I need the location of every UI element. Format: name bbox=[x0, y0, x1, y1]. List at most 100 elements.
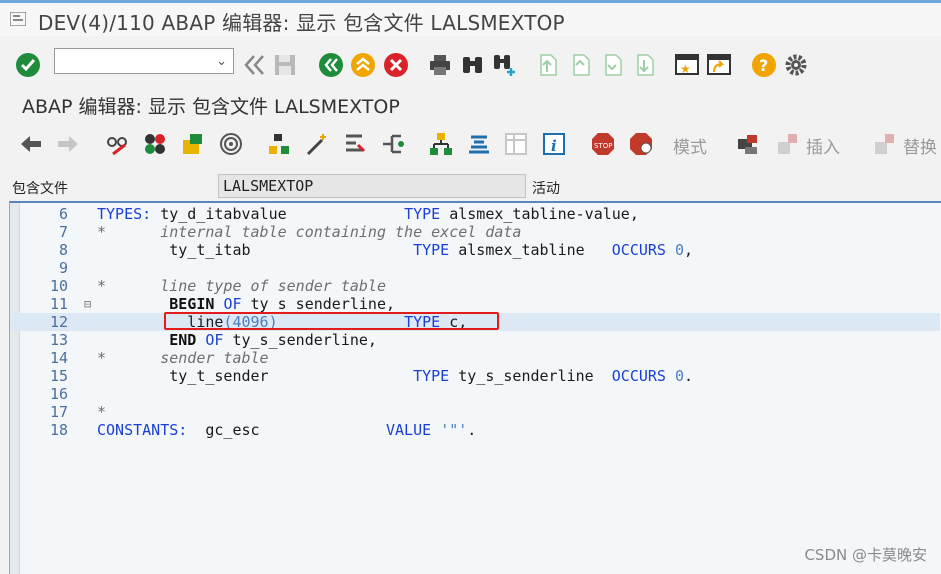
code-line[interactable]: 13 END OF ty_s_senderline, bbox=[10, 331, 940, 349]
check-syntax-button[interactable] bbox=[218, 131, 244, 157]
insert-button[interactable]: 插入 bbox=[806, 133, 840, 158]
last-page-icon bbox=[637, 54, 654, 76]
mode-button[interactable]: 模式 bbox=[673, 133, 707, 158]
code-line[interactable]: 11 ⊟ BEGIN OF ty_s_senderline, bbox=[10, 295, 940, 313]
code-line[interactable]: 17 * bbox=[10, 403, 940, 421]
watermark: CSDN @卡莫晚安 bbox=[804, 546, 927, 564]
code-text: * line type of sender table bbox=[97, 277, 386, 295]
activate-button[interactable] bbox=[266, 131, 292, 157]
code-text: ty_t_itab TYPE alsmex_tabline OCCURS 0, bbox=[97, 241, 694, 259]
last-page-button[interactable] bbox=[632, 52, 658, 78]
stop-icon: STOP bbox=[592, 133, 614, 155]
svg-text:★: ★ bbox=[680, 62, 691, 76]
layout-button[interactable] bbox=[503, 131, 529, 157]
window-menu-icon[interactable] bbox=[10, 12, 26, 26]
chevron-down-icon[interactable]: ⌄ bbox=[216, 53, 227, 69]
branch-icon bbox=[383, 134, 404, 154]
spiral-icon bbox=[220, 133, 242, 155]
line-number: 17 bbox=[49, 403, 68, 421]
arrow-right-icon bbox=[58, 136, 78, 152]
collapse-button[interactable] bbox=[242, 52, 268, 78]
active-inactive-button[interactable] bbox=[142, 131, 168, 157]
cancel-icon bbox=[384, 53, 408, 77]
replace-button[interactable]: 替换 bbox=[903, 133, 937, 158]
settings-button[interactable] bbox=[783, 52, 809, 78]
title-bar: DEV(4)/110 ABAP 编辑器: 显示 包含文件 LALSMEXTOP bbox=[0, 0, 941, 36]
line-number: 18 bbox=[49, 421, 68, 439]
code-line[interactable]: 18 CONSTANTS: gc_esc VALUE '"'. bbox=[10, 421, 940, 439]
insert-icon bbox=[778, 134, 797, 154]
include-name-field[interactable]: LALSMEXTOP bbox=[218, 174, 526, 198]
find-button[interactable] bbox=[460, 52, 486, 78]
back-arrow-button[interactable] bbox=[18, 131, 44, 157]
code-line[interactable]: 8 ty_t_itab TYPE alsmex_tabline OCCURS 0… bbox=[10, 241, 940, 259]
activate-icon bbox=[145, 134, 165, 154]
forward-arrow-button[interactable] bbox=[55, 131, 81, 157]
other-object-button[interactable] bbox=[180, 131, 206, 157]
where-used-button[interactable] bbox=[342, 131, 368, 157]
insert-button-icon[interactable] bbox=[775, 131, 801, 157]
help-button[interactable]: ? bbox=[751, 52, 777, 78]
previous-page-icon bbox=[573, 54, 590, 76]
cancel-button[interactable] bbox=[383, 52, 409, 78]
command-field[interactable]: ⌄ bbox=[54, 48, 234, 74]
code-line[interactable]: 14 * sender table bbox=[10, 349, 940, 367]
find-next-button[interactable] bbox=[492, 52, 518, 78]
set-breakpoint-button[interactable]: STOP bbox=[590, 131, 616, 157]
external-breakpoint-button[interactable] bbox=[628, 131, 654, 157]
code-text: ty_t_sender TYPE ty_s_senderline OCCURS … bbox=[97, 367, 694, 385]
hierarchy-icon bbox=[430, 133, 452, 155]
line-number: 6 bbox=[58, 205, 68, 223]
hierarchy-button[interactable] bbox=[428, 131, 454, 157]
binoculars-plus-icon bbox=[494, 55, 515, 76]
replace-button-icon[interactable] bbox=[872, 131, 898, 157]
pattern-button[interactable] bbox=[735, 131, 761, 157]
enter-button[interactable] bbox=[15, 52, 41, 78]
navigation-button[interactable] bbox=[380, 131, 406, 157]
first-page-button[interactable] bbox=[535, 52, 561, 78]
code-line[interactable]: 9 bbox=[10, 259, 940, 277]
shortcut-button[interactable] bbox=[706, 52, 732, 78]
line-number: 8 bbox=[58, 241, 68, 259]
double-chevron-left-icon bbox=[244, 55, 264, 75]
code-editor[interactable]: 6 TYPES: ty_d_itabvalue TYPE alsmex_tabli… bbox=[9, 201, 941, 574]
pretty-printer-button[interactable] bbox=[304, 131, 330, 157]
exit-icon bbox=[351, 53, 375, 77]
exit-button[interactable] bbox=[350, 52, 376, 78]
print-button[interactable] bbox=[427, 52, 453, 78]
previous-page-button[interactable] bbox=[568, 52, 594, 78]
line-number: 7 bbox=[58, 223, 68, 241]
save-button[interactable] bbox=[272, 52, 298, 78]
fold-toggle-icon[interactable]: ⊟ bbox=[84, 295, 91, 313]
code-line[interactable]: 10 * line type of sender table bbox=[10, 277, 940, 295]
include-row: 包含文件 LALSMEXTOP 活动 bbox=[0, 170, 941, 200]
glasses-pencil-icon bbox=[107, 137, 127, 156]
object-list-button[interactable] bbox=[466, 131, 492, 157]
code-line[interactable]: 15 ty_t_sender TYPE ty_s_senderline OCCU… bbox=[10, 367, 940, 385]
shortcut-icon bbox=[707, 54, 731, 75]
magic-wand-icon bbox=[306, 134, 326, 156]
code-line[interactable]: 7 * internal table containing the excel d… bbox=[10, 223, 940, 241]
back-icon bbox=[319, 53, 343, 77]
code-text: * bbox=[97, 403, 107, 421]
line-number: 13 bbox=[49, 331, 68, 349]
code-text: END OF ty_s_senderline, bbox=[97, 331, 377, 349]
code-line[interactable]: 16 bbox=[10, 385, 940, 403]
next-page-icon bbox=[605, 54, 622, 76]
line-number: 14 bbox=[49, 349, 68, 367]
display-change-button[interactable] bbox=[105, 131, 131, 157]
create-session-button[interactable]: ★ bbox=[674, 52, 700, 78]
highlight-annotation bbox=[164, 312, 499, 330]
pattern-icon bbox=[738, 135, 757, 154]
standard-toolbar: ⌄ ★ ? bbox=[0, 40, 941, 90]
first-page-icon bbox=[540, 54, 557, 76]
back-button[interactable] bbox=[318, 52, 344, 78]
code-text: TYPES: ty_d_itabvalue TYPE alsmex_tablin… bbox=[97, 205, 639, 223]
code-text: * internal table containing the excel da… bbox=[97, 223, 522, 241]
svg-text:?: ? bbox=[759, 56, 768, 75]
activate-tree-icon bbox=[269, 134, 289, 154]
info-button[interactable]: i bbox=[541, 131, 567, 157]
next-page-button[interactable] bbox=[600, 52, 626, 78]
code-line[interactable]: 6 TYPES: ty_d_itabvalue TYPE alsmex_tabli… bbox=[10, 205, 940, 223]
line-number: 9 bbox=[58, 259, 68, 277]
